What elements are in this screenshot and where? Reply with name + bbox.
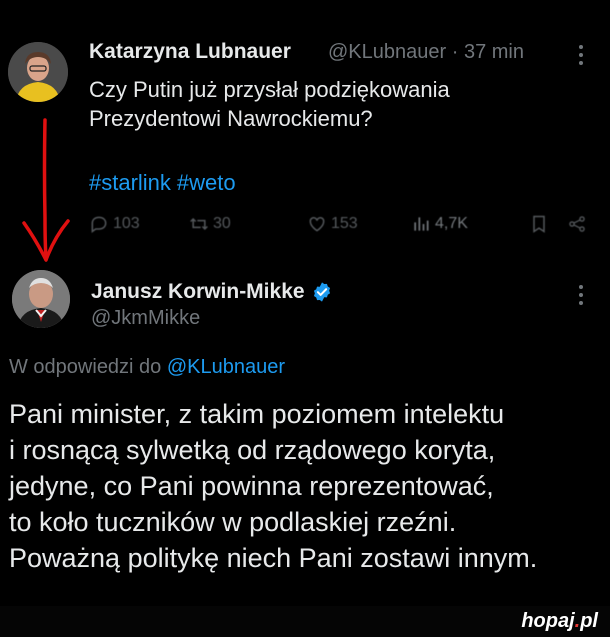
mention-link[interactable]: @KLubnauer [167,356,285,378]
like-button[interactable]: 153 [307,214,358,234]
retweet-button[interactable]: 30 [189,214,231,234]
avatar-katarzyna-lubnauer[interactable] [8,42,68,102]
share-icon [569,216,585,232]
views-count: 4,7K [435,215,468,232]
tweet-text-line: Pani minister, z takim poziomem intelekt… [9,399,505,429]
tweet-actions: 103 30 153 4,7K [89,214,599,240]
reply-count: 103 [113,215,140,232]
verified-icon [313,282,330,302]
retweet-count: 30 [213,215,231,232]
author-name: Janusz Korwin-Mikke [91,280,333,304]
like-icon [309,216,325,232]
avatar-image [12,270,70,328]
tweet-text: Czy Putin już przysłał podziękowania Pre… [89,75,589,133]
author-name-label[interactable]: Janusz Korwin-Mikke [91,280,305,304]
avatar-janusz-korwin-mikke[interactable] [12,270,70,328]
share-button[interactable] [567,214,587,234]
tweet-text-line: Czy Putin już przysłał podziękowania [89,77,450,102]
views-icon [414,217,429,231]
more-icon[interactable] [578,284,584,306]
tweet-text-line: Poważną politykę niech Pani zostawi inny… [9,543,538,573]
author-handle[interactable]: @JkmMikke [91,307,200,330]
tweet-time[interactable]: 37 min [464,41,524,63]
avatar-image [8,42,68,102]
watermark-logo: hopaj.pl [521,610,598,633]
author-name[interactable]: Katarzyna Lubnauer [89,40,291,64]
bookmark-icon [533,215,545,233]
watermark-text: hopaj [521,610,575,632]
replying-prefix: W odpowiedzi do [9,356,162,378]
red-arrow-annotation [22,118,70,262]
tweet-text-line: jedyne, co Pani powinna reprezentować, [9,471,494,501]
tweet-text-line: i rosnącą sylwetką od rządowego koryta, [9,435,496,465]
reply-button[interactable]: 103 [89,214,140,234]
tweet-meta: @KLubnauer · 37 min [328,41,524,64]
author-handle[interactable]: @KLubnauer [328,41,446,63]
more-icon[interactable] [578,44,584,66]
hashtag-link[interactable]: #starlink [89,170,171,195]
hashtag-link[interactable]: #weto [177,170,236,195]
retweet-icon [190,217,208,231]
hashtag-list: #starlink #weto [89,170,242,196]
bookmark-button[interactable] [529,214,549,234]
reply-icon [91,216,107,233]
watermark-suffix: pl [580,610,598,632]
tweet-text-line: Prezydentowi Nawrockiemu? [89,106,373,131]
views-button[interactable]: 4,7K [411,214,468,234]
meta-separator: · [451,41,459,63]
replying-to: W odpowiedzi do @KLubnauer [9,356,285,379]
tweet-text: Pani minister, z takim poziomem intelekt… [9,396,604,576]
tweet-text-line: to koło tuczników w podlaskiej rzeźni. [9,507,457,537]
watermark-bar [0,606,610,637]
like-count: 153 [331,215,358,232]
